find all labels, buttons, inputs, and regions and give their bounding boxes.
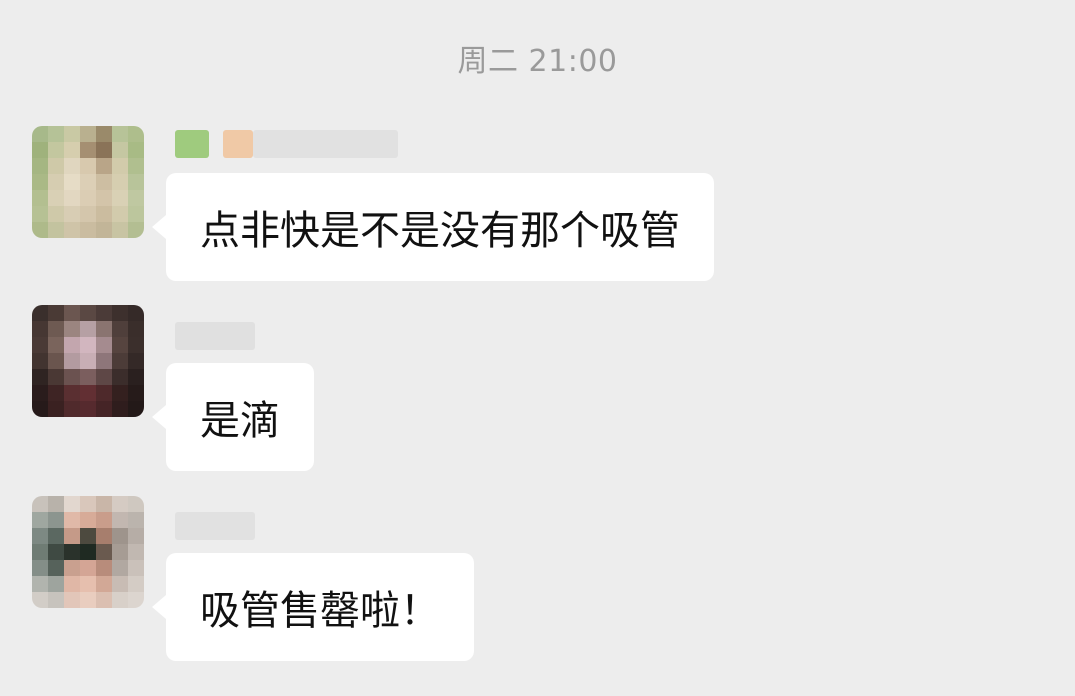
message-text: 吸管售罄啦！ <box>200 588 440 634</box>
sender-name-redacted <box>175 128 398 160</box>
message-bubble[interactable]: 吸管售罄啦！ <box>152 553 474 661</box>
avatar[interactable] <box>32 496 144 608</box>
sender-name-redacted <box>175 510 255 542</box>
sender-name-redacted <box>175 320 255 352</box>
message-bubble[interactable]: 是滴 <box>152 363 314 471</box>
avatar[interactable] <box>32 126 144 238</box>
timestamp: 周二 21:00 <box>457 44 618 79</box>
avatar[interactable] <box>32 305 144 417</box>
message-text: 是滴 <box>200 398 280 444</box>
message-bubble[interactable]: 点非快是不是没有那个吸管 <box>152 173 714 281</box>
message-text: 点非快是不是没有那个吸管 <box>200 208 680 254</box>
